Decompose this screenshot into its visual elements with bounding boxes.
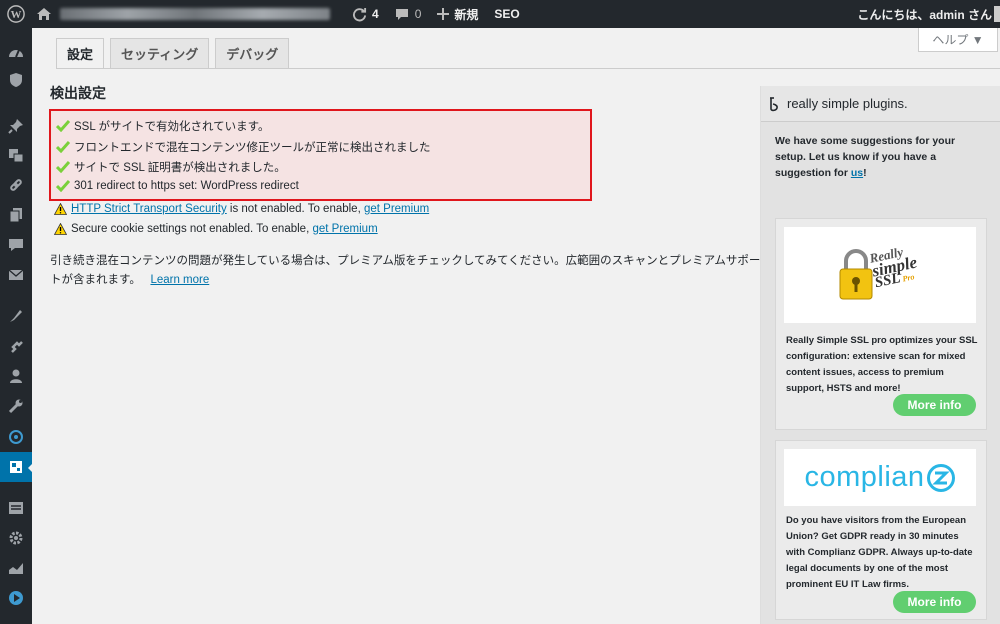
users-icon[interactable] xyxy=(0,365,32,387)
mail-icon[interactable] xyxy=(0,264,32,286)
tab-settings[interactable]: 設定 xyxy=(56,38,105,69)
svg-text:W: W xyxy=(11,9,22,21)
check-icon xyxy=(56,120,70,132)
hsts-link[interactable]: HTTP Strict Transport Security xyxy=(71,203,227,215)
pages-icon[interactable] xyxy=(0,204,32,226)
complianz-logo: complian xyxy=(784,449,976,506)
comment-icon xyxy=(395,8,408,20)
main-content: 設定 セッティング デバッグ ヘルプ ▼ 検出設定 SSL がサイトで有効化され… xyxy=(32,28,1000,624)
settings-tabs: 設定 セッティング デバッグ xyxy=(56,38,295,69)
check-icon xyxy=(56,161,70,173)
tools-icon[interactable] xyxy=(0,395,32,417)
warning-text: Secure cookie settings not enabled. To e… xyxy=(71,223,313,235)
home-icon xyxy=(37,8,51,20)
warning-icon xyxy=(54,203,67,215)
really-simple-plugins-logo-icon xyxy=(770,96,778,111)
get-premium-link[interactable]: get Premium xyxy=(364,203,429,215)
check-icon xyxy=(56,141,70,153)
seo-menu[interactable]: SEO xyxy=(486,0,527,28)
list-icon[interactable] xyxy=(0,497,32,519)
warning-text: is not enabled. To enable, xyxy=(226,203,364,215)
plus-icon xyxy=(437,8,450,20)
really-simple-ssl-pro-logo: Really simple SSLPro xyxy=(784,227,976,323)
refresh-icon[interactable] xyxy=(0,426,32,448)
complianz-z-icon xyxy=(926,463,955,492)
tab-setting-options[interactable]: セッティング xyxy=(110,38,210,68)
settings-gear-icon[interactable] xyxy=(0,527,32,549)
new-label: 新規 xyxy=(454,7,479,22)
link-icon[interactable] xyxy=(0,174,32,196)
warning-item: Secure cookie settings not enabled. To e… xyxy=(54,223,378,235)
complianz-wordmark: complian xyxy=(804,461,925,493)
warning-item: HTTP Strict Transport Security is not en… xyxy=(54,203,429,215)
more-info-button[interactable]: More info xyxy=(893,394,976,416)
status-item: サイトで SSL 証明書が検出されました。 xyxy=(56,159,286,175)
suggestions-panel: really simple plugins. We have some sugg… xyxy=(760,86,1000,624)
comments-menu-icon[interactable] xyxy=(0,234,32,256)
comments-link[interactable]: 0 xyxy=(387,0,430,28)
appearance-icon[interactable] xyxy=(0,305,32,327)
user-greeting[interactable]: こんにちは、admin さん xyxy=(849,0,1000,28)
new-content-link[interactable]: 新規 xyxy=(429,0,486,28)
updates-icon xyxy=(353,7,367,21)
more-info-button[interactable]: More info xyxy=(893,591,976,613)
dashboard-icon[interactable] xyxy=(0,41,32,63)
status-item-text: SSL がサイトで有効化されています。 xyxy=(74,121,270,133)
panel-intro-end: ! xyxy=(863,167,867,179)
learn-more-link[interactable]: Learn more xyxy=(150,274,209,286)
promo-card-ssl-pro: Really simple SSLPro Really Simple SSL p… xyxy=(775,218,987,430)
logo-word-pro: Pro xyxy=(901,272,916,284)
panel-header: really simple plugins. xyxy=(761,86,1000,122)
promo-description: Do you have visitors from the European U… xyxy=(786,515,973,590)
really-simple-ssl-menu-icon[interactable] xyxy=(0,452,33,482)
page-title: 検出設定 xyxy=(50,85,106,101)
status-item-text: サイトで SSL 証明書が検出されました。 xyxy=(74,162,286,174)
panel-title: really simple plugins. xyxy=(787,96,908,111)
wordpress-logo-icon[interactable]: W xyxy=(0,0,32,28)
help-button[interactable]: ヘルプ ▼ xyxy=(918,28,998,52)
site-home-link[interactable] xyxy=(32,0,336,28)
tab-debug[interactable]: デバッグ xyxy=(215,38,290,68)
media-icon[interactable] xyxy=(0,144,32,166)
status-item: フロントエンドで混在コンテンツ修正ツールが正常に検出されました xyxy=(56,139,431,155)
tab-divider xyxy=(56,68,1000,69)
warning-icon xyxy=(54,223,67,235)
site-name-blurred xyxy=(60,8,330,20)
comments-count: 0 xyxy=(414,7,422,21)
check-icon xyxy=(56,180,70,192)
admin-sidebar xyxy=(0,28,33,624)
premium-info-paragraph: 引き続き混在コンテンツの問題が発生している場合は、プレミアム版をチェックしてみて… xyxy=(50,252,762,290)
play-circle-icon[interactable] xyxy=(0,587,32,609)
promo-description: Really Simple SSL pro optimizes your SSL… xyxy=(786,335,978,394)
shield-icon[interactable] xyxy=(0,69,32,91)
status-item-text: 301 redirect to https set: WordPress red… xyxy=(74,180,299,192)
plugins-icon[interactable] xyxy=(0,335,32,357)
suggestion-us-link[interactable]: us xyxy=(851,167,863,179)
status-item-text: フロントエンドで混在コンテンツ修正ツールが正常に検出されました xyxy=(74,142,431,154)
avatar[interactable] xyxy=(994,6,1000,22)
updates-count: 4 xyxy=(372,7,379,21)
panel-intro: We have some suggestions for your setup.… xyxy=(775,133,975,181)
get-premium-link[interactable]: get Premium xyxy=(312,223,377,235)
status-item: SSL がサイトで有効化されています。 xyxy=(56,118,270,134)
chart-icon[interactable] xyxy=(0,557,32,579)
pin-icon[interactable] xyxy=(0,115,32,137)
detection-status-box: SSL がサイトで有効化されています。 フロントエンドで混在コンテンツ修正ツール… xyxy=(49,109,592,201)
promo-card-complianz: complian Do you have visitors from the E… xyxy=(775,440,987,620)
updates-link[interactable]: 4 xyxy=(344,0,387,28)
admin-bar: W 4 0 新規 SEO こんにちは、admin さん xyxy=(0,0,1000,28)
status-item: 301 redirect to https set: WordPress red… xyxy=(56,180,299,192)
